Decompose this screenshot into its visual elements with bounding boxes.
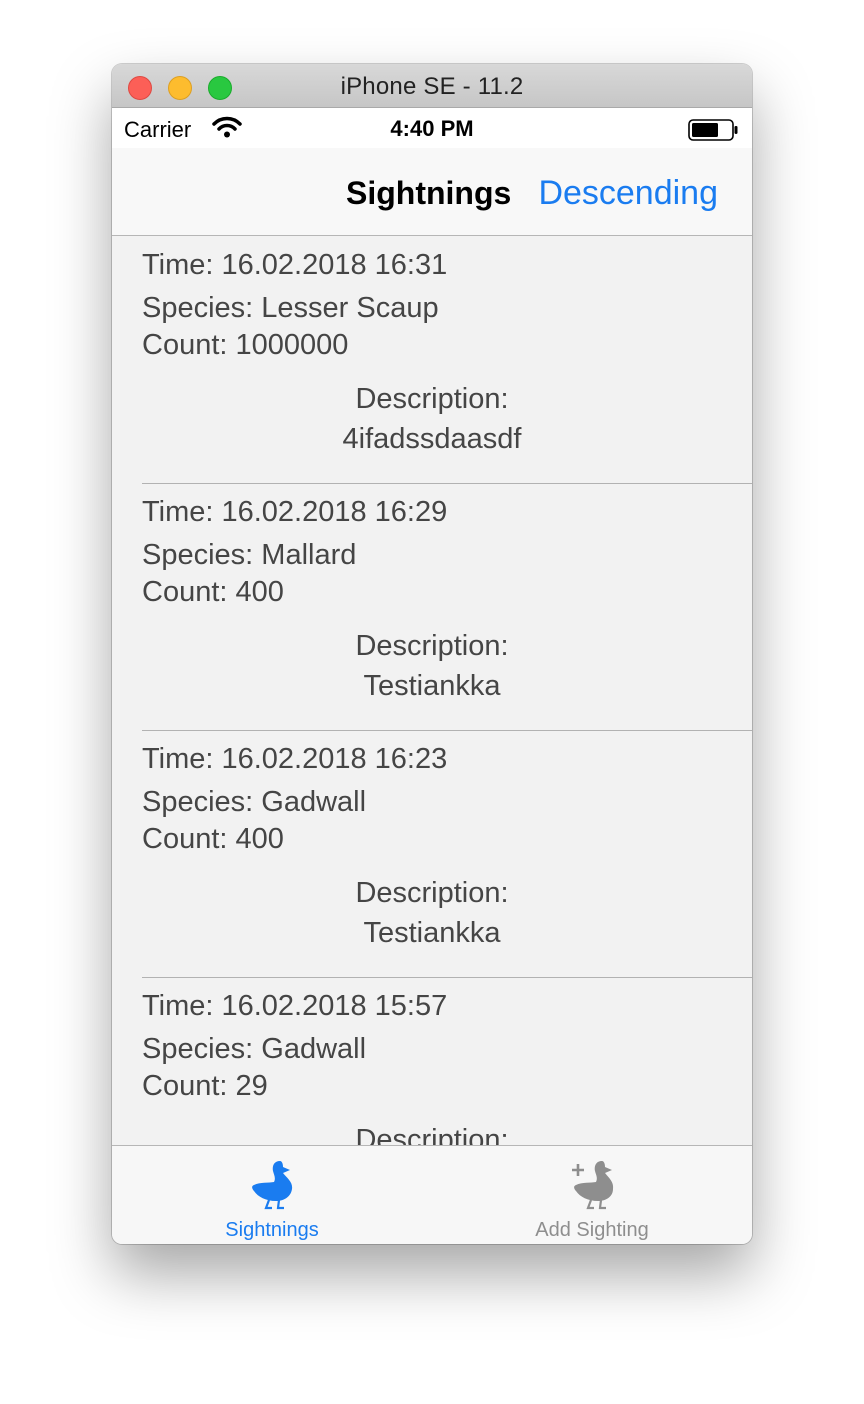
page-title: Sightnings: [346, 175, 512, 211]
sighting-description: Testiankka: [363, 670, 501, 702]
sighting-time: Time: 16.02.2018 16:23: [142, 743, 448, 775]
sighting-species: Species: Mallard: [142, 539, 357, 571]
sighting-count: Count: 400: [142, 576, 284, 608]
tab-bar: Sightnings Add Sighting: [112, 1145, 752, 1244]
tab-add-sighting[interactable]: Add Sighting: [432, 1146, 752, 1244]
status-bar: Carrier 4:40 PM: [112, 108, 752, 148]
sightings-list[interactable]: Time: 16.02.2018 16:31 Species: Lesser S…: [112, 237, 752, 1145]
sighting-time: Time: 16.02.2018 16:29: [142, 496, 448, 528]
tab-sightnings[interactable]: Sightnings: [112, 1146, 432, 1244]
sighting-row[interactable]: Time: 16.02.2018 15:57 Species: Gadwall …: [112, 978, 752, 1145]
tab-label: Sightnings: [225, 1219, 319, 1241]
sighting-description: 4ifadssdaasdf: [342, 423, 522, 455]
sighting-count: Count: 29: [142, 1070, 268, 1102]
sighting-time: Time: 16.02.2018 15:57: [142, 990, 448, 1022]
window-title: iPhone SE - 11.2: [340, 73, 524, 100]
tab-label: Add Sighting: [535, 1219, 649, 1241]
sighting-species: Species: Lesser Scaup: [142, 292, 439, 324]
sighting-description-label: Description:: [355, 630, 509, 662]
sighting-description-label: Description:: [355, 383, 509, 415]
battery-icon: [688, 119, 740, 146]
sighting-description-label: Description:: [355, 1124, 509, 1145]
sort-order-button[interactable]: Descending: [538, 174, 718, 213]
sighting-row[interactable]: Time: 16.02.2018 16:29 Species: Mallard …: [112, 484, 752, 731]
sighting-count: Count: 400: [142, 823, 284, 855]
sighting-row[interactable]: Time: 16.02.2018 16:23 Species: Gadwall …: [112, 731, 752, 978]
sighting-count: Count: 1000000: [142, 329, 349, 361]
sighting-time: Time: 16.02.2018 16:31: [142, 249, 448, 281]
status-time: 4:40 PM: [390, 116, 474, 141]
sighting-row[interactable]: Time: 16.02.2018 16:31 Species: Lesser S…: [112, 237, 752, 484]
window-titlebar[interactable]: iPhone SE - 11.2: [112, 64, 752, 108]
simulator-window: iPhone SE - 11.2 Carrier 4:40 PM Sightni…: [112, 64, 752, 1244]
navigation-bar: Sightnings Descending: [112, 148, 752, 236]
sighting-species: Species: Gadwall: [142, 1033, 367, 1065]
sighting-description-label: Description:: [355, 877, 509, 909]
sighting-species: Species: Gadwall: [142, 786, 367, 818]
sighting-description: Testiankka: [363, 917, 501, 949]
